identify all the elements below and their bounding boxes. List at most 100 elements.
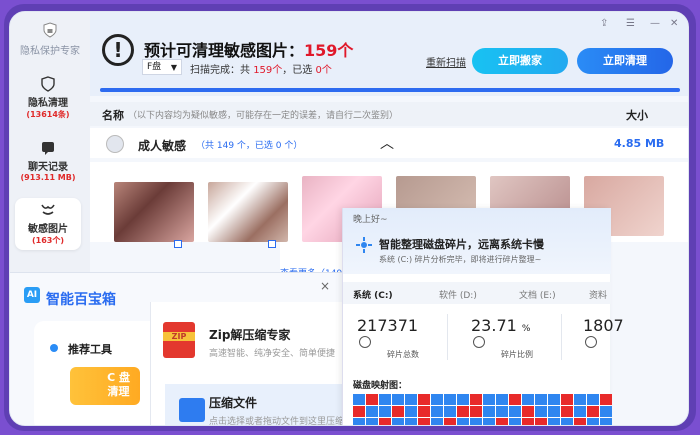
- image-thumbnail[interactable]: [114, 182, 194, 248]
- ai-logo-icon: AI: [24, 287, 40, 303]
- brand: 隐私保护专家: [10, 22, 90, 57]
- disk-map-cell: [379, 418, 391, 425]
- disk-map-cell: [535, 406, 547, 417]
- title-count: 159个: [304, 41, 354, 60]
- thumbnail-checkbox[interactable]: [268, 240, 276, 248]
- tab-software-d[interactable]: 软件 (D:): [439, 288, 477, 301]
- sidebar-item-count: (13614条): [26, 110, 70, 119]
- disk-map-cell: [392, 394, 404, 405]
- disk-map-cell: [457, 418, 469, 425]
- disk-map-cell: [444, 394, 456, 405]
- sidebar-item-chat-records[interactable]: 聊天记录 (913.11 MB): [15, 136, 81, 186]
- disk-map-cell: [522, 418, 534, 425]
- sidebar-item-count: (163个): [31, 236, 64, 245]
- col-hint: （以下内容均为疑似敏感，可能存在一定的误差，请自行二次鉴别）: [128, 111, 399, 121]
- group-count: （共 149 个，已选 0 个）: [196, 141, 303, 151]
- pie-icon: [473, 336, 485, 348]
- drive-select[interactable]: F盘 ▼: [142, 59, 182, 75]
- zip-panel: ZIP Zip解压缩专家 高速智能、纯净安全、简单便捷 压缩文件 点击选择或者拖…: [150, 302, 351, 425]
- minimize-icon[interactable]: —: [650, 18, 660, 29]
- disk-map-cell: [509, 406, 521, 417]
- table-header: 名称 （以下内容均为疑似敏感，可能存在一定的误差，请自行二次鉴别） 大小: [90, 102, 688, 126]
- toolbox-title: 智能百宝箱: [46, 292, 116, 308]
- disk-map-cell: [561, 406, 573, 417]
- disk-map-cell: [535, 394, 547, 405]
- result-header: ! 预计可清理敏感图片：159个 F盘 ▼ 扫描完成：共 159个，已选 0个 重…: [90, 12, 688, 96]
- defrag-header: 晚上好~ 智能整理磁盘碎片，远离系统卡慢 系统 (C:) 碎片分析完毕，即将进行…: [343, 208, 611, 274]
- menu-icon[interactable]: ☰: [626, 18, 635, 29]
- group-row[interactable]: 成人敏感 （共 149 个，已选 0 个） ︿ 4.85 MB: [90, 128, 688, 158]
- disk-map-cell: [561, 418, 573, 425]
- col-size: 大小: [626, 109, 648, 122]
- disk-map-cell: [574, 406, 586, 417]
- disk-map-cell: [444, 406, 456, 417]
- disk-map-cell: [587, 418, 599, 425]
- chevron-up-icon[interactable]: ︿: [380, 133, 394, 153]
- disk-map-cell: [405, 418, 417, 425]
- disk-map-cell: [353, 418, 365, 425]
- thumbnail-checkbox[interactable]: [174, 240, 182, 248]
- defrag-subtitle: 系统 (C:) 碎片分析完毕，即将进行碎片整理~: [379, 255, 542, 264]
- sidebar-item-label: 敏感图片: [28, 224, 68, 235]
- chat-icon: [42, 142, 54, 155]
- group-checkbox[interactable]: [106, 135, 124, 153]
- compress-icon: [179, 398, 205, 422]
- brand-label: 隐私保护专家: [20, 46, 80, 57]
- tool-c-drive-clean[interactable]: C 盘清理: [70, 367, 140, 405]
- share-icon[interactable]: ⇪: [600, 18, 608, 29]
- disk-map-label: 磁盘映射图：: [353, 381, 408, 391]
- tab-system-c[interactable]: 系统 (C:): [349, 282, 423, 304]
- close-icon[interactable]: ✕: [670, 18, 678, 29]
- disk-map-cell: [418, 418, 430, 425]
- defrag-popup: 晚上好~ 智能整理磁盘碎片，远离系统卡慢 系统 (C:) 碎片分析完毕，即将进行…: [342, 208, 624, 425]
- disk-map-cell: [457, 394, 469, 405]
- disk-map-cell: [496, 394, 508, 405]
- disk-map-cell: [574, 394, 586, 405]
- disk-map-cell: [561, 394, 573, 405]
- shield-icon: [41, 76, 55, 92]
- privacy-window: 隐私保护专家 隐私清理 (13614条) 聊天记录 (913.11 MB) 敏感…: [9, 11, 689, 426]
- disk-map-cell: [405, 406, 417, 417]
- tab-docs-e[interactable]: 文档 (E:): [519, 288, 556, 301]
- zip-title: Zip解压缩专家: [209, 328, 291, 342]
- disk-map-cell: [522, 406, 534, 417]
- bikini-icon: [41, 204, 55, 215]
- col-name: 名称: [102, 109, 124, 122]
- clean-now-button[interactable]: 立即清理: [577, 48, 673, 74]
- page-title: 预计可清理敏感图片：159个: [144, 41, 354, 60]
- image-thumbnail[interactable]: [208, 182, 288, 248]
- divider: [447, 314, 448, 360]
- disk-map-cell: [392, 406, 404, 417]
- disk-map-cell: [418, 406, 430, 417]
- disk-map-cell: [522, 394, 534, 405]
- defrag-title: 智能整理磁盘碎片，远离系统卡慢: [379, 238, 544, 251]
- sidebar-item-label: 隐私清理: [28, 98, 68, 109]
- rescan-link[interactable]: 重新扫描: [426, 54, 466, 69]
- compress-drop-zone[interactable]: 压缩文件 点击选择或者拖动文件到这里压缩: [165, 384, 351, 425]
- disk-map-cell: [353, 406, 365, 417]
- disk-map-cell: [587, 406, 599, 417]
- disk-map-cell: [509, 418, 521, 425]
- disk-map-cell: [470, 406, 482, 417]
- shield-lock-icon: [43, 22, 57, 38]
- drive-tabs: 系统 (C:) 软件 (D:) 文档 (E:) 资料: [343, 282, 611, 304]
- sidebar-item-privacy-clean[interactable]: 隐私清理 (13614条): [15, 72, 81, 124]
- recommend-title: 推荐工具: [68, 343, 112, 356]
- disk-map-cell: [470, 418, 482, 425]
- zip-archive-icon: ZIP: [163, 322, 195, 358]
- sidebar-item-label: 聊天记录: [28, 162, 68, 173]
- warning-icon: !: [102, 34, 134, 66]
- close-icon[interactable]: ×: [320, 279, 330, 293]
- sidebar-item-sensitive-images[interactable]: 敏感图片 (163个): [15, 198, 81, 250]
- tab-data[interactable]: 资料: [589, 288, 607, 301]
- group-title: 成人敏感: [138, 139, 187, 153]
- disk-map-cell: [444, 418, 456, 425]
- greeting: 晚上好~: [353, 215, 388, 225]
- disk-map-cell: [574, 418, 586, 425]
- disk-map-cell: [366, 394, 378, 405]
- disk-map: [353, 394, 612, 425]
- disk-map-cell: [548, 406, 560, 417]
- move-now-button[interactable]: 立即搬家: [472, 48, 568, 74]
- lock-icon: [585, 336, 597, 348]
- disk-map-cell: [600, 394, 612, 405]
